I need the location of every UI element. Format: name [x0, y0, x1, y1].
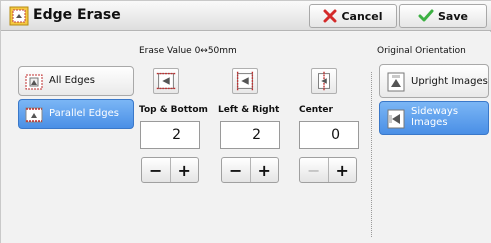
- edge-erase-screen: Edge Erase Cancel Save Erase Value 0↔50m…: [0, 0, 491, 243]
- center-label: Center: [299, 105, 333, 115]
- center-stepper: − +: [299, 157, 357, 183]
- edge-erase-icon: [9, 6, 29, 26]
- center-icon: [311, 68, 337, 94]
- center-value-field[interactable]: 0: [299, 121, 359, 149]
- upright-images-label: Upright Images: [411, 76, 488, 87]
- top-bottom-value-field[interactable]: 2: [140, 121, 200, 149]
- top-bottom-icon: [153, 68, 179, 94]
- section-divider: [371, 72, 372, 237]
- sideways-images-label: Sideways Images: [411, 106, 459, 128]
- left-right-label: Left & Right: [218, 105, 280, 115]
- page-title: Edge Erase: [33, 7, 121, 23]
- green-check-icon: [418, 9, 434, 22]
- top-bottom-label: Top & Bottom: [139, 105, 208, 115]
- parallel-edges-icon: [25, 107, 43, 123]
- parallel-edges-button[interactable]: Parallel Edges: [18, 99, 134, 129]
- all-edges-icon: [25, 74, 43, 90]
- top-bottom-stepper: − +: [141, 157, 199, 183]
- parallel-edges-label: Parallel Edges: [49, 108, 119, 119]
- left-right-increase-button[interactable]: +: [249, 158, 279, 182]
- sideways-image-icon: [387, 109, 405, 129]
- title-bar: Edge Erase Cancel Save: [1, 1, 491, 31]
- left-right-icon: [232, 68, 258, 94]
- all-edges-label: All Edges: [49, 75, 95, 86]
- cancel-label: Cancel: [341, 9, 383, 23]
- erase-value-header: Erase Value 0↔50mm: [139, 46, 237, 56]
- cancel-button[interactable]: Cancel: [309, 4, 397, 28]
- top-bottom-increase-button[interactable]: +: [169, 158, 199, 182]
- left-right-decrease-button[interactable]: −: [222, 158, 250, 182]
- save-label: Save: [438, 9, 468, 23]
- orientation-header: Original Orientation: [377, 46, 466, 56]
- sideways-images-button[interactable]: Sideways Images: [379, 101, 489, 135]
- upright-image-icon: [387, 72, 405, 92]
- center-decrease-button[interactable]: −: [300, 158, 328, 182]
- all-edges-button[interactable]: All Edges: [18, 66, 134, 96]
- left-right-value-field[interactable]: 2: [220, 121, 280, 149]
- top-bottom-decrease-button[interactable]: −: [142, 158, 170, 182]
- upright-images-button[interactable]: Upright Images: [379, 64, 489, 98]
- center-increase-button[interactable]: +: [327, 158, 357, 182]
- red-x-icon: [323, 9, 337, 23]
- left-right-stepper: − +: [221, 157, 279, 183]
- content-area: Erase Value 0↔50mm Original Orientation …: [1, 32, 491, 243]
- save-button[interactable]: Save: [399, 4, 487, 28]
